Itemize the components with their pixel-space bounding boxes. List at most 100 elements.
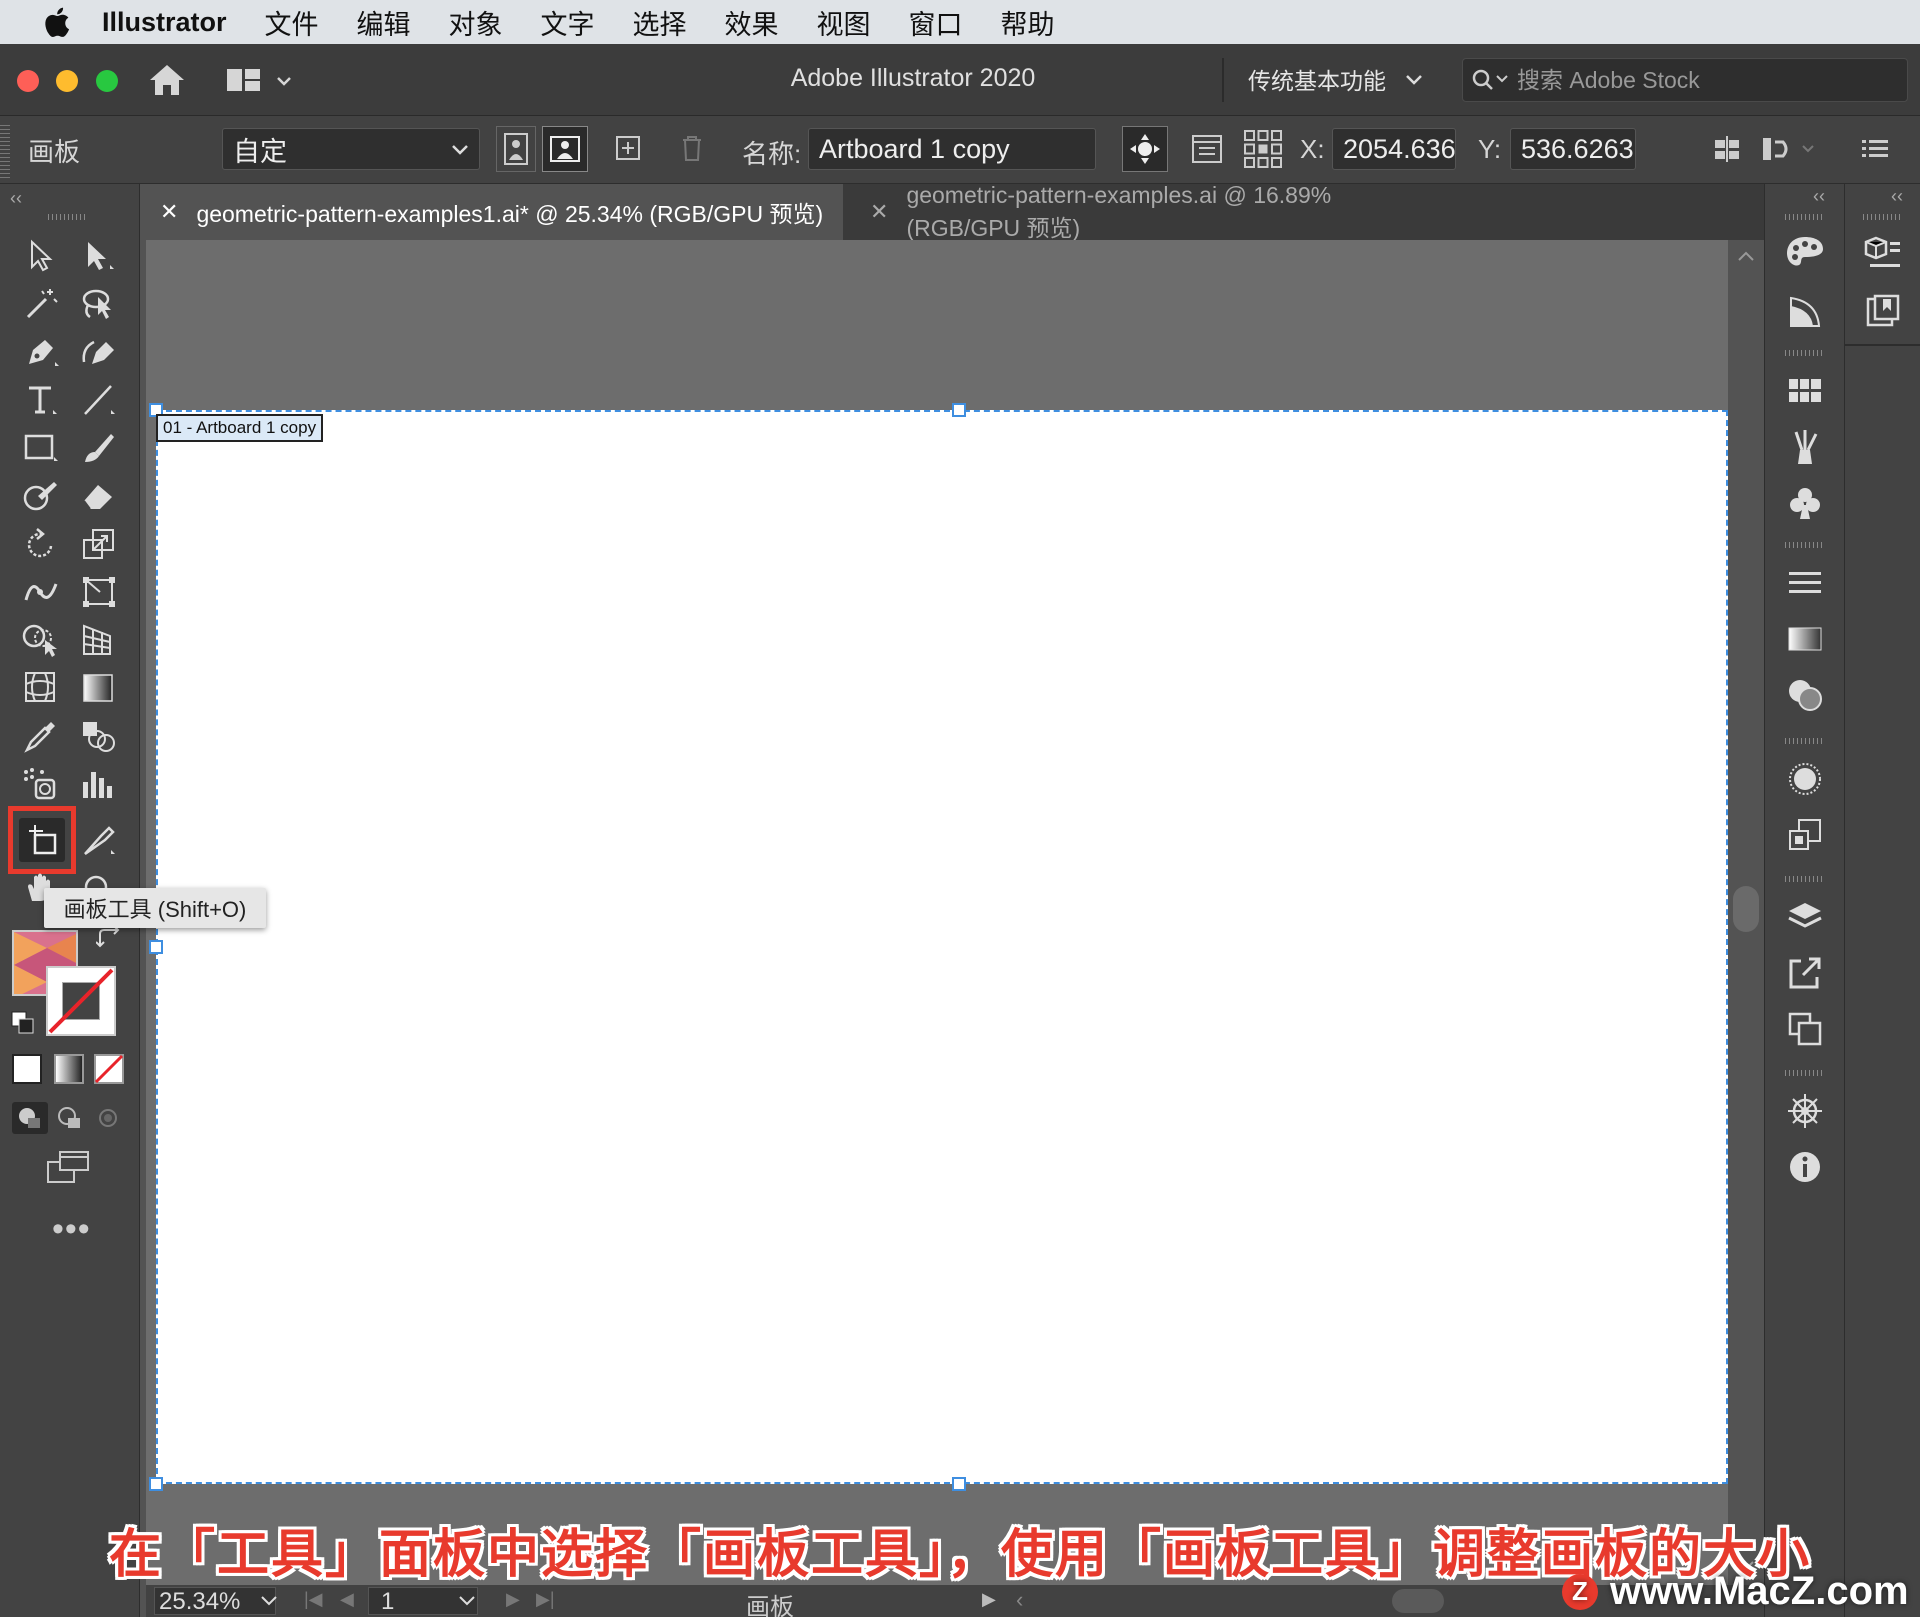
- width-tool-icon[interactable]: [18, 570, 64, 614]
- menu-type[interactable]: 文字: [541, 3, 595, 42]
- magic-wand-tool-icon[interactable]: [18, 282, 64, 326]
- symbols-panel-icon[interactable]: [1782, 480, 1828, 526]
- workspace-switcher[interactable]: 传统基本功能: [1248, 62, 1424, 96]
- menu-effect[interactable]: 效果: [725, 3, 779, 42]
- artboard-options-button[interactable]: [1188, 130, 1226, 168]
- draw-normal-icon[interactable]: [12, 1102, 48, 1134]
- panel-grip[interactable]: [1785, 738, 1825, 744]
- lasso-tool-icon[interactable]: [76, 282, 122, 326]
- blend-tool-icon[interactable]: [76, 714, 122, 758]
- rectangle-tool-icon[interactable]: [18, 426, 64, 470]
- first-artboard-icon[interactable]: |◀: [304, 1589, 323, 1610]
- edit-toolbar-icon[interactable]: •••: [52, 1210, 91, 1249]
- artboard-tool-icon[interactable]: [19, 818, 65, 862]
- menu-window[interactable]: 窗口: [909, 3, 963, 42]
- swap-fill-stroke-icon[interactable]: [96, 926, 124, 950]
- type-tool-icon[interactable]: [18, 378, 64, 422]
- collapse-toolbar-icon[interactable]: ‹‹: [10, 188, 22, 209]
- reference-point-button[interactable]: [1240, 126, 1286, 172]
- close-tab-icon[interactable]: ✕: [870, 199, 888, 225]
- draw-inside-icon[interactable]: [92, 1102, 128, 1134]
- asset-export-panel-icon[interactable]: [1860, 288, 1906, 334]
- shape-builder-tool-icon[interactable]: [18, 618, 64, 662]
- close-tab-icon[interactable]: ✕: [160, 199, 178, 225]
- layers-panel-icon[interactable]: [1782, 894, 1828, 940]
- apple-icon[interactable]: [36, 5, 76, 39]
- gradient-panel-icon[interactable]: [1782, 616, 1828, 662]
- zoom-level-field[interactable]: 25.34%: [154, 1587, 276, 1615]
- scroll-thumb[interactable]: [1733, 886, 1759, 932]
- color-panel-icon[interactable]: [1782, 230, 1828, 276]
- direct-selection-tool-icon[interactable]: [76, 234, 122, 278]
- mesh-tool-icon[interactable]: [18, 666, 64, 710]
- y-position-field[interactable]: 536.6263: [1510, 128, 1636, 170]
- panel-grip[interactable]: [1785, 1070, 1825, 1076]
- graphic-styles-panel-icon[interactable]: [1782, 812, 1828, 858]
- control-bar-grip[interactable]: [0, 122, 10, 178]
- portrait-orientation-button[interactable]: [496, 126, 536, 172]
- chevron-down-icon[interactable]: [260, 1595, 278, 1607]
- gradient-mode-button[interactable]: [54, 1054, 84, 1084]
- symbol-sprayer-tool-icon[interactable]: [18, 762, 64, 806]
- panel-grip[interactable]: [1785, 350, 1825, 356]
- next-artboard-icon[interactable]: ▶: [506, 1589, 520, 1610]
- selection-tool-icon[interactable]: [18, 234, 64, 278]
- info-panel-icon[interactable]: [1782, 1144, 1828, 1190]
- shaper-tool-icon[interactable]: [18, 474, 64, 518]
- previous-artboard-icon[interactable]: ◀: [340, 1589, 354, 1610]
- panel-grip[interactable]: [1863, 214, 1903, 220]
- screen-mode-icon[interactable]: [46, 1150, 92, 1184]
- stroke-swatch[interactable]: [46, 966, 116, 1036]
- menu-edit[interactable]: 编辑: [357, 3, 411, 42]
- canvas-area[interactable]: [146, 240, 1728, 1585]
- x-position-field[interactable]: 2054.636: [1332, 128, 1456, 170]
- chevron-down-icon[interactable]: [458, 1595, 476, 1607]
- slice-tool-icon[interactable]: [76, 818, 122, 862]
- artboard[interactable]: [156, 410, 1728, 1484]
- collapse-panels-icon[interactable]: ‹‹: [1813, 186, 1825, 207]
- transparency-panel-icon[interactable]: [1782, 672, 1828, 718]
- tab-document-2[interactable]: ✕ geometric-pattern-examples.ai @ 16.89%…: [856, 182, 1436, 241]
- none-mode-icon[interactable]: [94, 1054, 124, 1084]
- free-transform-tool-icon[interactable]: [76, 570, 122, 614]
- artboard-handle-top[interactable]: [952, 403, 966, 417]
- collapse-panels-icon[interactable]: ‹‹: [1891, 186, 1903, 207]
- distribute-button[interactable]: [1760, 130, 1820, 168]
- color-mode-button[interactable]: [12, 1054, 42, 1084]
- column-graph-tool-icon[interactable]: [76, 762, 122, 806]
- scale-tool-icon[interactable]: [76, 522, 122, 566]
- tab-document-1[interactable]: ✕ geometric-pattern-examples1.ai* @ 25.3…: [146, 184, 843, 240]
- swatches-panel-icon[interactable]: [1782, 368, 1828, 414]
- menu-select[interactable]: 选择: [633, 3, 687, 42]
- color-guide-panel-icon[interactable]: [1782, 288, 1828, 334]
- panel-menu-button[interactable]: [1858, 132, 1892, 166]
- scroll-left-icon[interactable]: ‹: [1016, 1587, 1023, 1613]
- app-menu[interactable]: Illustrator: [102, 7, 227, 38]
- vertical-scrollbar[interactable]: [1728, 240, 1764, 1585]
- last-artboard-icon[interactable]: ▶|: [536, 1589, 555, 1610]
- default-fill-stroke-icon[interactable]: [10, 1010, 36, 1036]
- artboard-name-field[interactable]: Artboard 1 copy: [808, 128, 1096, 170]
- delete-artboard-button[interactable]: [676, 132, 708, 164]
- rotate-tool-icon[interactable]: [18, 522, 64, 566]
- artboard-handle-bottom-left[interactable]: [149, 1477, 163, 1491]
- perspective-grid-tool-icon[interactable]: [76, 618, 122, 662]
- artboards-panel-icon[interactable]: [1782, 1006, 1828, 1052]
- landscape-orientation-button[interactable]: [542, 126, 588, 172]
- new-artboard-button[interactable]: [612, 132, 644, 164]
- panel-grip[interactable]: [1785, 214, 1825, 220]
- menu-file[interactable]: 文件: [265, 3, 319, 42]
- draw-behind-icon[interactable]: [52, 1102, 88, 1134]
- toolbar-grip[interactable]: [48, 214, 88, 220]
- export-panel-icon[interactable]: [1782, 950, 1828, 996]
- pen-tool-icon[interactable]: [18, 330, 64, 374]
- move-copy-artwork-button[interactable]: [1122, 126, 1168, 172]
- eraser-tool-icon[interactable]: [76, 474, 122, 518]
- eyedropper-tool-icon[interactable]: [18, 714, 64, 758]
- appearance-panel-icon[interactable]: [1782, 756, 1828, 802]
- menu-help[interactable]: 帮助: [1001, 3, 1055, 42]
- artboard-preset-select[interactable]: 自定: [222, 128, 480, 170]
- stroke-panel-icon[interactable]: [1782, 560, 1828, 606]
- artboard-handle-bottom[interactable]: [952, 1477, 966, 1491]
- gradient-tool-icon[interactable]: [76, 666, 122, 710]
